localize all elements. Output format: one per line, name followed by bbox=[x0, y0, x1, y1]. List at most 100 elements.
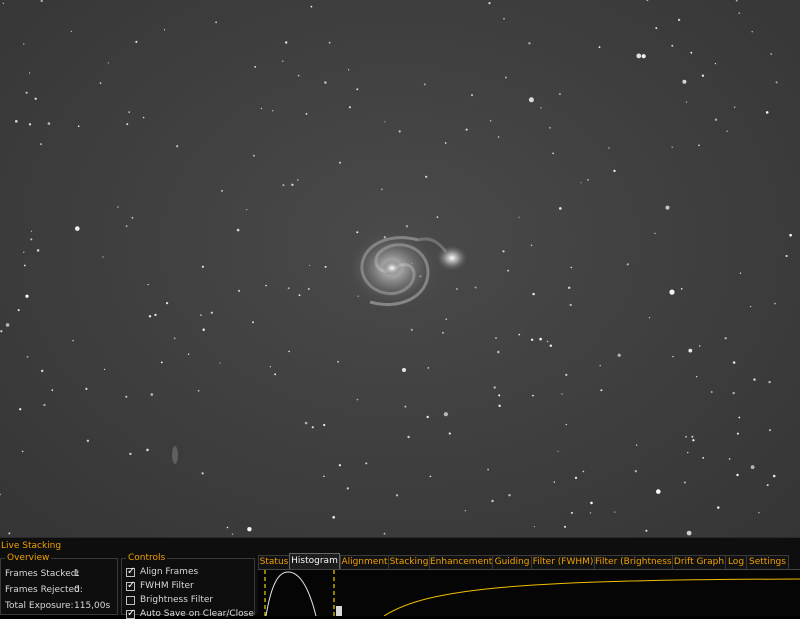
tab-stacking[interactable]: Stacking bbox=[388, 555, 430, 569]
brightness-filter-checkbox[interactable] bbox=[126, 596, 135, 605]
star bbox=[444, 142, 447, 144]
star bbox=[30, 230, 33, 232]
star bbox=[70, 30, 73, 33]
star bbox=[561, 393, 563, 395]
star bbox=[23, 251, 25, 253]
brightness-filter-label[interactable]: Brightness Filter bbox=[140, 595, 213, 605]
star bbox=[215, 21, 218, 24]
star bbox=[456, 288, 458, 290]
star bbox=[491, 499, 494, 503]
star bbox=[613, 169, 616, 173]
tab-histogram[interactable]: Histogram bbox=[289, 553, 340, 569]
star bbox=[565, 373, 568, 376]
fwhm-filter-checkbox[interactable] bbox=[126, 580, 135, 591]
tab-alignment[interactable]: Alignment bbox=[340, 555, 389, 569]
star bbox=[146, 448, 149, 452]
star bbox=[553, 481, 555, 483]
star bbox=[247, 527, 252, 532]
star bbox=[21, 450, 24, 453]
star bbox=[410, 328, 413, 331]
star bbox=[2, 2, 4, 4]
star bbox=[338, 464, 341, 467]
star bbox=[395, 494, 399, 497]
star bbox=[635, 444, 638, 446]
align-frames-label[interactable]: Align Frames bbox=[140, 567, 198, 577]
auto-save-label[interactable]: Auto Save on Clear/Close bbox=[140, 609, 254, 619]
star bbox=[307, 288, 310, 290]
controls-group: Controls Align Frames FWHM Filter Bright… bbox=[121, 553, 255, 619]
star bbox=[580, 182, 582, 184]
star bbox=[28, 72, 31, 74]
star bbox=[398, 130, 401, 133]
star bbox=[28, 123, 32, 126]
star bbox=[238, 289, 241, 292]
tab-filter-fwhm[interactable]: Filter (FWHM) bbox=[531, 555, 595, 569]
star bbox=[648, 317, 651, 319]
tab-drift-graph[interactable]: Drift Graph bbox=[672, 555, 726, 569]
frames-rejected-label: Frames Rejected: bbox=[5, 585, 83, 595]
star bbox=[135, 40, 138, 44]
star bbox=[518, 333, 521, 336]
frames-stacked-label: Frames Stacked: bbox=[5, 569, 80, 579]
star bbox=[734, 106, 736, 108]
auto-save-checkbox[interactable] bbox=[126, 608, 135, 619]
stretch-curve bbox=[383, 578, 800, 617]
star bbox=[502, 250, 505, 253]
star bbox=[25, 294, 29, 298]
star bbox=[728, 458, 731, 460]
star bbox=[557, 450, 559, 452]
star bbox=[332, 516, 336, 519]
star bbox=[338, 161, 342, 164]
star bbox=[125, 225, 128, 227]
star bbox=[311, 426, 314, 429]
star bbox=[599, 364, 601, 367]
star bbox=[532, 394, 534, 397]
star bbox=[685, 101, 688, 103]
tab-status[interactable]: Status bbox=[258, 555, 290, 569]
star bbox=[690, 51, 693, 54]
star bbox=[636, 53, 642, 59]
star bbox=[281, 60, 284, 62]
star bbox=[436, 216, 439, 219]
tab-filter-brightness[interactable]: Filter (Brightness) bbox=[594, 555, 675, 569]
align-frames-checkbox[interactable] bbox=[126, 566, 135, 577]
star bbox=[282, 184, 285, 187]
star bbox=[528, 42, 531, 45]
tab-enhancement[interactable]: Enhancement bbox=[429, 555, 493, 569]
star bbox=[769, 429, 771, 432]
star bbox=[574, 476, 578, 479]
star bbox=[641, 54, 646, 59]
stacked-image-viewer[interactable] bbox=[0, 0, 800, 537]
star bbox=[423, 83, 426, 86]
star bbox=[671, 146, 673, 148]
star bbox=[614, 511, 616, 513]
star bbox=[365, 462, 368, 465]
star bbox=[497, 350, 500, 354]
star bbox=[698, 144, 700, 147]
tab-settings[interactable]: Settings bbox=[746, 555, 789, 569]
midpoint-handle bbox=[336, 606, 342, 616]
star bbox=[163, 29, 166, 31]
star bbox=[19, 408, 22, 411]
star bbox=[309, 264, 311, 267]
histogram-view[interactable] bbox=[258, 569, 800, 617]
star bbox=[348, 69, 350, 71]
star bbox=[201, 265, 204, 268]
star bbox=[305, 113, 308, 115]
star bbox=[546, 340, 549, 343]
star bbox=[598, 46, 601, 49]
histogram-plot bbox=[264, 570, 800, 617]
star bbox=[8, 532, 11, 535]
star bbox=[665, 205, 670, 210]
star bbox=[589, 512, 592, 514]
star bbox=[445, 318, 447, 320]
star bbox=[736, 432, 739, 435]
frames-rejected-value: 0 bbox=[74, 585, 80, 595]
star bbox=[187, 353, 190, 355]
star bbox=[682, 79, 687, 84]
star bbox=[328, 41, 331, 44]
tab-log[interactable]: Log bbox=[725, 555, 747, 569]
star bbox=[532, 292, 535, 296]
tab-guiding[interactable]: Guiding bbox=[492, 555, 532, 569]
fwhm-filter-label[interactable]: FWHM Filter bbox=[140, 581, 194, 591]
